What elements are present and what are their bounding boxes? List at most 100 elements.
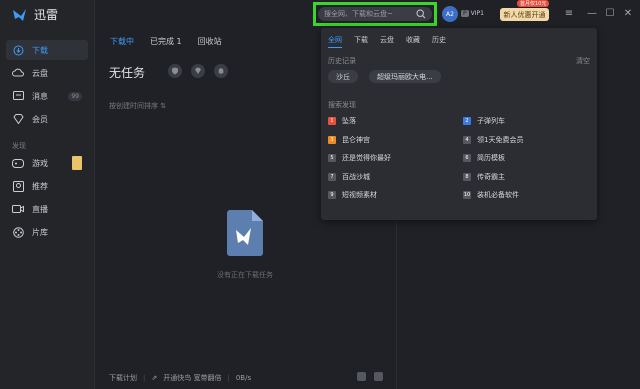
hot-search-text: 还是觉得你最好 [342,154,391,162]
hot-search-text: 坠落 [342,117,356,125]
shield-filter-icon[interactable] [168,64,182,78]
diamond-icon [12,113,24,125]
filter-icons [168,64,228,78]
user-level-badge: P [461,10,469,17]
vip-open-button[interactable]: 新人优惠开通 [500,8,549,21]
download-tabs: 下载中 已完成 1 回收站 [110,36,222,47]
rank-badge: 6 [463,154,471,162]
message-count-badge: 99 [68,91,82,101]
sidebar-item-label: 云盘 [32,68,48,78]
sidebar-item-live[interactable]: 直播 [6,199,88,219]
hot-search-text: 百战沙城 [342,173,370,181]
clear-history-button[interactable]: 清空 [576,56,590,66]
search-dropdown: 全网 下载 云盘 收藏 历史 历史记录 清空 沙丘 超级玛丽欧大电... 搜索发… [321,28,597,220]
tab-all-web[interactable]: 全网 [328,35,342,48]
tab-cloud[interactable]: 云盘 [380,35,394,48]
tab-history[interactable]: 历史 [432,35,446,48]
sidebar-item-games[interactable]: 游戏 [6,153,88,173]
cloud-icon [12,67,24,79]
search-scope-tabs: 全网 下载 云盘 收藏 历史 [328,35,446,48]
hot-search-item[interactable]: 3 昆仑神宫 [328,135,370,145]
sort-by-created-time[interactable]: 按创建时间排序 ⇅ [109,101,166,111]
empty-state-text: 没有正在下载任务 [217,271,273,279]
sidebar-item-cloud[interactable]: 云盘 [6,63,88,83]
sidebar-item-label: 推荐 [32,181,48,191]
sidebar-item-label: 片库 [32,227,48,237]
message-icon [12,90,24,102]
game-promo-icon [72,156,82,170]
hot-search-item[interactable]: 8 传奇霸主 [463,172,505,182]
lock-icon[interactable] [374,372,383,381]
hot-search-text: 传奇霸主 [477,173,505,181]
no-task-title: 无任务 [109,66,146,80]
sidebar-item-recommend[interactable]: 推荐 [6,176,88,196]
diamond-filter-icon[interactable] [191,64,205,78]
user-vip-level: VIP1 [470,10,484,17]
history-chip[interactable]: 沙丘 [328,70,358,83]
minimize-icon[interactable]: — [586,7,598,19]
rank-badge: 1 [328,117,336,125]
history-label: 历史记录 [328,57,356,65]
hot-search-item[interactable]: 9 短视频素材 [328,190,377,200]
hot-search-item[interactable]: 2 子弹列车 [463,116,505,126]
title-bar: 搜全网、下载和云盘~ A2 P VIP1 新人优惠开通 首月仅10元 ≡ — ☐… [0,0,640,28]
promo-tag: 首月仅10元 [517,0,550,7]
tab-favorites[interactable]: 收藏 [406,35,420,48]
film-icon [12,226,24,238]
tab-recycle-bin[interactable]: 回收站 [198,36,222,47]
history-chip[interactable]: 超级玛丽欧大电... [369,70,441,83]
rank-badge: 5 [328,154,336,162]
rank-badge: 9 [328,191,336,199]
rank-badge: 8 [463,173,471,181]
sidebar-item-label: 下载 [32,45,48,55]
hot-search-text: 子弹列车 [477,117,505,125]
hot-search-text: 领1天免费会员 [477,136,524,144]
tab-downloading[interactable]: 下载中 [110,36,134,47]
rank-badge: 2 [463,117,471,125]
tab-download[interactable]: 下载 [354,35,368,48]
tab-completed[interactable]: 已完成 1 [150,36,182,47]
search-discover-label: 搜索发现 [328,101,356,109]
sidebar-item-vip[interactable]: 会员 [6,109,88,129]
download-plan-link[interactable]: 下载计划 [109,373,137,383]
menu-icon[interactable]: ≡ [563,7,575,19]
hot-search-item[interactable]: 4 领1天免费会员 [463,135,523,145]
sidebar-item-message[interactable]: 消息 99 [6,86,88,106]
speed-up-icon: ⇗ [151,374,158,382]
user-info[interactable]: P VIP1 [461,10,484,17]
divider: | [227,374,230,382]
search-placeholder: 搜全网、下载和云盘~ [324,10,393,18]
status-bar: 下载计划 | ⇗ 开通快鸟 宽带翻倍 | 0B/s [109,373,251,383]
search-input[interactable]: 搜全网、下载和云盘~ [318,7,432,21]
gamepad-icon [12,157,24,169]
search-highlight: 搜全网、下载和云盘~ [313,2,437,26]
avatar[interactable]: A2 [442,6,458,22]
sidebar: 迅雷 下载 云盘 消息 99 会员 发现 游戏 推荐 直播 片库 [0,0,95,389]
sidebar-item-label: 消息 [32,91,48,101]
search-icon[interactable] [416,9,426,19]
rank-badge: 3 [328,136,336,144]
hot-search-item[interactable]: 7 百战沙城 [328,172,370,182]
hot-search-text: 短视频素材 [342,191,377,199]
empty-file-icon [227,210,263,256]
rank-badge: 4 [463,136,471,144]
close-icon[interactable]: ✕ [622,7,634,19]
hot-search-item[interactable]: 5 还是觉得你最好 [328,153,391,163]
hot-search-item[interactable]: 1 坠落 [328,116,356,126]
bell-filter-icon[interactable] [214,64,228,78]
speed-boost-link[interactable]: 开通快鸟 宽带翻倍 [163,373,221,383]
sidebar-item-label: 直播 [32,204,48,214]
sidebar-item-download[interactable]: 下载 [6,40,88,60]
recommend-icon [12,180,24,192]
sidebar-item-film[interactable]: 片库 [6,222,88,242]
maximize-icon[interactable]: ☐ [604,7,616,19]
hot-search-item[interactable]: 6 简历模板 [463,153,505,163]
live-icon [12,203,24,215]
download-speed: 0B/s [235,374,252,382]
hot-search-text: 昆仑神宫 [342,136,370,144]
ie-icon[interactable] [357,372,366,381]
sidebar-item-label: 会员 [32,114,48,124]
hot-search-item[interactable]: 10 装机必备软件 [463,190,519,200]
sidebar-item-label: 游戏 [32,158,48,168]
download-circle-icon [12,44,24,56]
